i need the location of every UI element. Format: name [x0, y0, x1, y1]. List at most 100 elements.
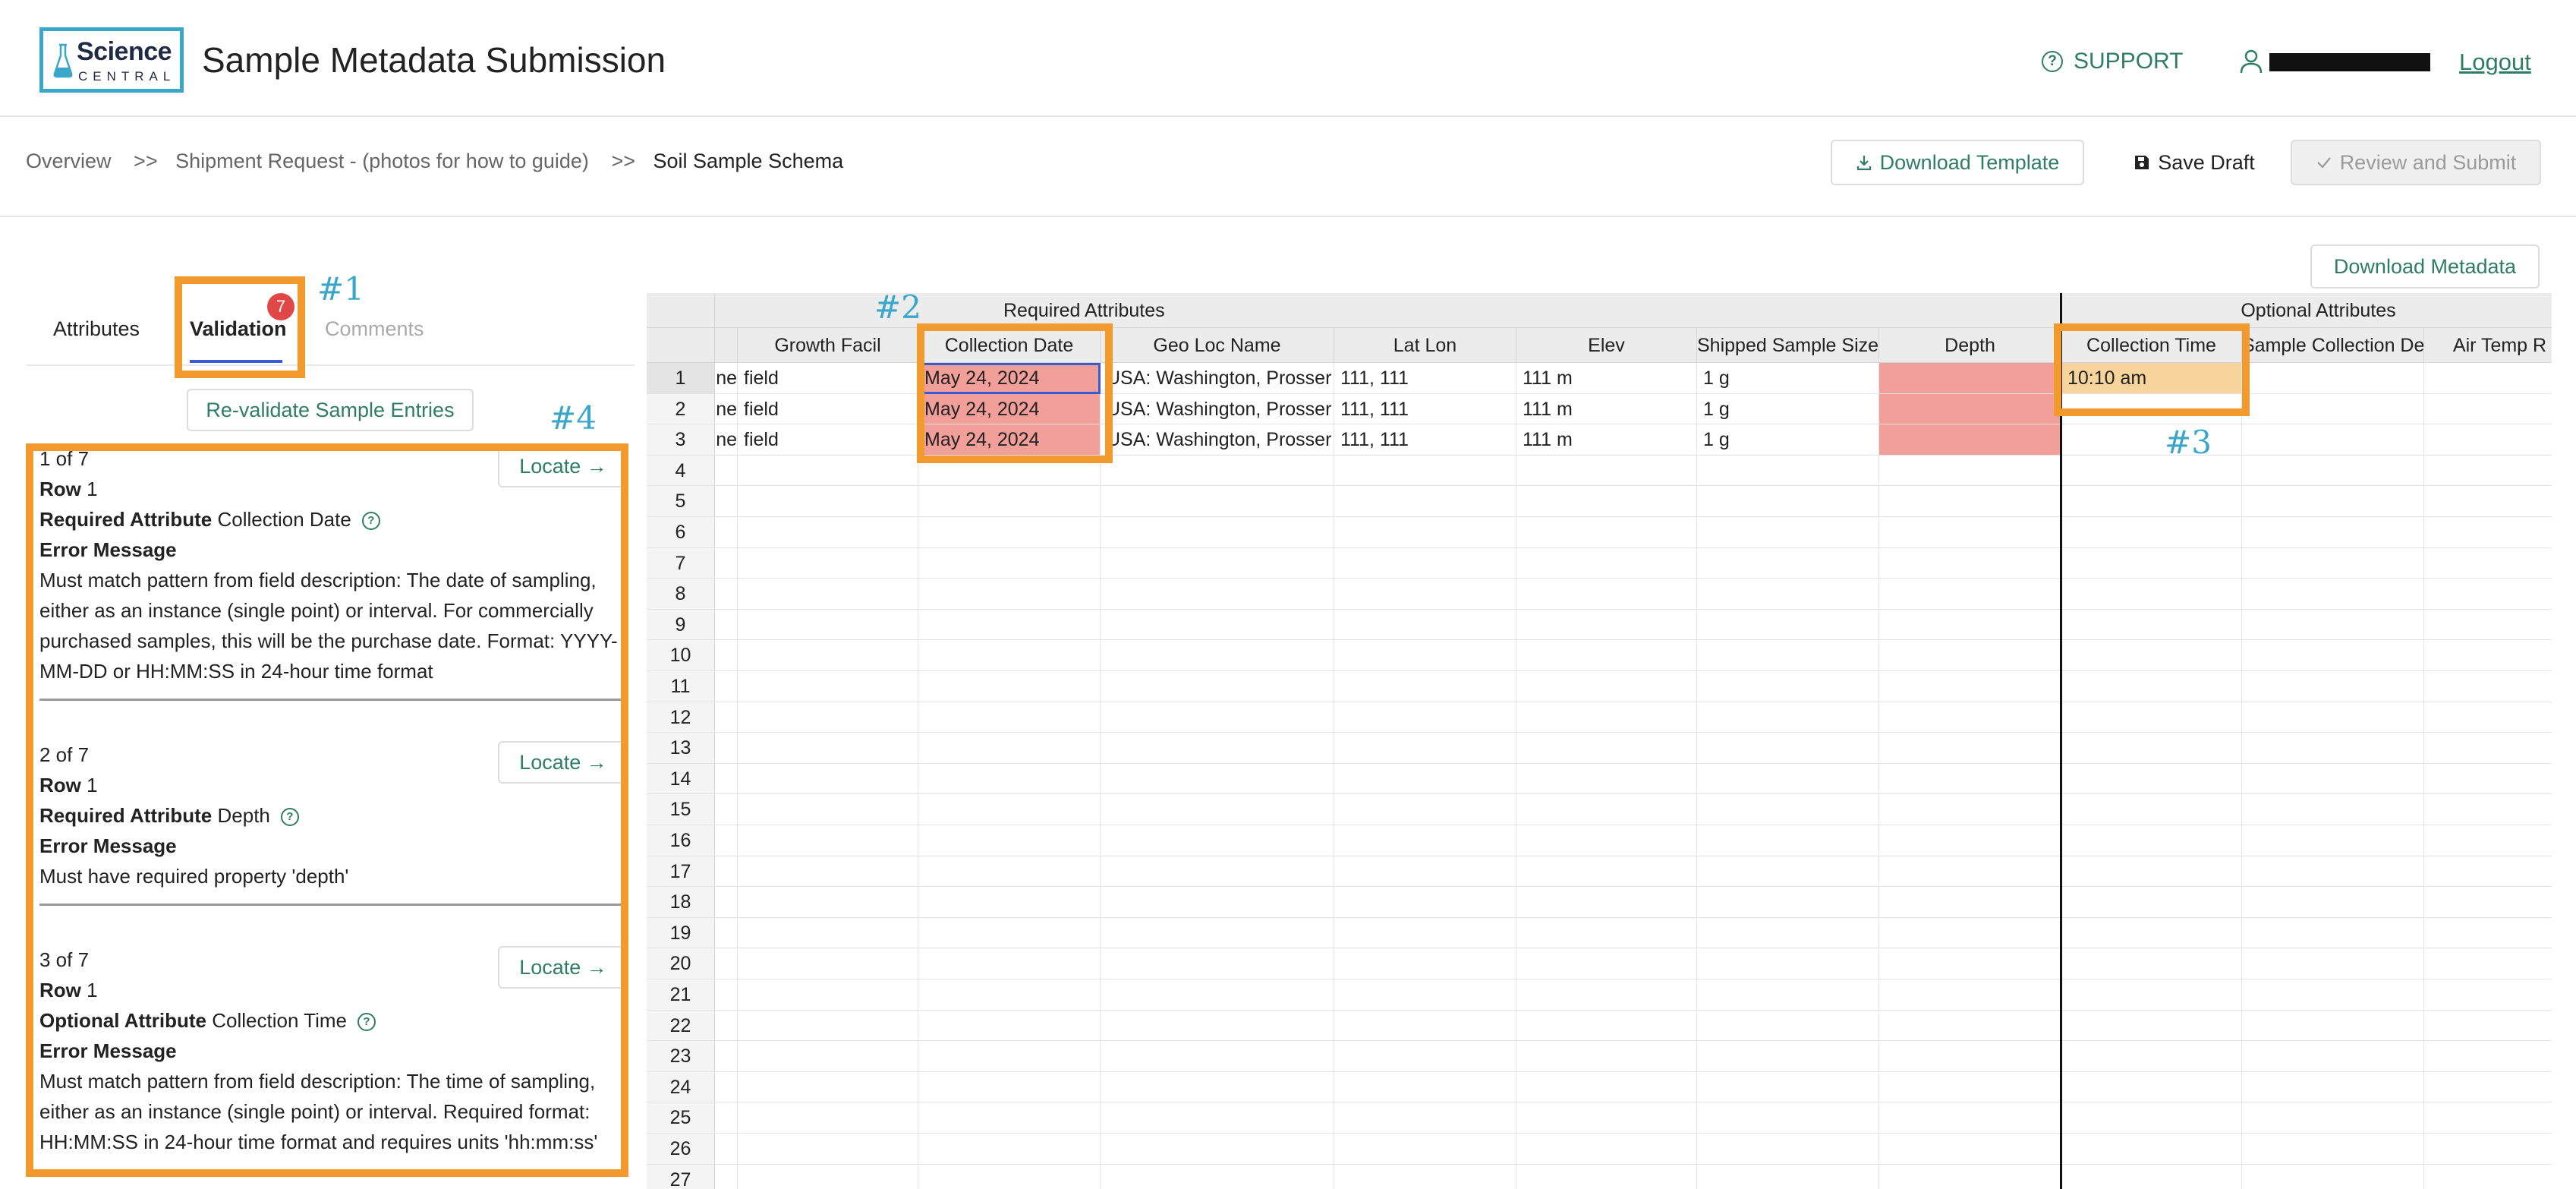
- grid-cell[interactable]: [738, 887, 918, 918]
- grid-cell[interactable]: [715, 825, 738, 856]
- grid-cell[interactable]: [2242, 733, 2424, 764]
- grid-cell[interactable]: [2424, 579, 2552, 610]
- grid-cell[interactable]: [738, 517, 918, 548]
- grid-cell[interactable]: [2061, 1041, 2242, 1072]
- row-number[interactable]: 7: [647, 547, 715, 579]
- grid-cell[interactable]: 111 m: [1516, 424, 1697, 456]
- row-number[interactable]: 23: [647, 1041, 715, 1072]
- grid-cell[interactable]: [918, 1010, 1101, 1042]
- grid-cell[interactable]: [715, 671, 738, 702]
- grid-cell[interactable]: [2242, 825, 2424, 856]
- grid-cell[interactable]: [1516, 887, 1697, 918]
- grid-cell[interactable]: [1879, 1010, 2061, 1042]
- grid-cell[interactable]: [1334, 887, 1516, 918]
- grid-cell[interactable]: [2424, 764, 2552, 795]
- grid-cell[interactable]: [715, 794, 738, 825]
- grid-cell[interactable]: [1101, 887, 1334, 918]
- grid-cell[interactable]: [1879, 794, 2061, 825]
- grid-cell[interactable]: [1516, 547, 1697, 579]
- grid-cell[interactable]: [715, 579, 738, 610]
- grid-cell[interactable]: [2061, 887, 2242, 918]
- grid-cell[interactable]: [2424, 1041, 2552, 1072]
- grid-cell[interactable]: [1697, 1134, 1879, 1165]
- grid-cell[interactable]: [2061, 825, 2242, 856]
- grid-cell[interactable]: [2061, 1010, 2242, 1042]
- grid-cell[interactable]: [738, 1102, 918, 1134]
- grid-cell[interactable]: [2242, 517, 2424, 548]
- row-number[interactable]: 18: [647, 887, 715, 918]
- grid-cell[interactable]: [2242, 1010, 2424, 1042]
- grid-cell[interactable]: [1516, 1134, 1697, 1165]
- grid-cell[interactable]: [1516, 1071, 1697, 1103]
- grid-cell[interactable]: [2424, 363, 2552, 394]
- grid-cell[interactable]: [918, 702, 1101, 733]
- grid-cell[interactable]: [2061, 486, 2242, 517]
- grid-cell[interactable]: [1101, 609, 1334, 641]
- grid-cell[interactable]: 111, 111: [1334, 363, 1516, 394]
- grid-cell[interactable]: [1516, 733, 1697, 764]
- grid-cell[interactable]: [1101, 547, 1334, 579]
- column-header[interactable]: Air Temp R: [2424, 328, 2552, 363]
- row-number[interactable]: 16: [647, 825, 715, 856]
- grid-cell[interactable]: [918, 825, 1101, 856]
- grid-cell[interactable]: [1516, 517, 1697, 548]
- download-metadata-button[interactable]: Download Metadata: [2310, 244, 2540, 289]
- grid-cell[interactable]: [1334, 609, 1516, 641]
- grid-cell[interactable]: [1334, 1071, 1516, 1103]
- breadcrumb-shipment-request[interactable]: Shipment Request - (photos for how to gu…: [175, 150, 589, 172]
- grid-cell[interactable]: [1879, 1102, 2061, 1134]
- grid-cell[interactable]: [918, 547, 1101, 579]
- grid-cell[interactable]: [1101, 979, 1334, 1011]
- column-header[interactable]: Growth Facil: [738, 328, 918, 363]
- grid-cell[interactable]: [1516, 1102, 1697, 1134]
- grid-cell[interactable]: [2242, 948, 2424, 979]
- grid-cell[interactable]: [1879, 917, 2061, 949]
- grid-cell[interactable]: [1101, 1102, 1334, 1134]
- grid-cell[interactable]: [1101, 948, 1334, 979]
- grid-cell[interactable]: [1334, 455, 1516, 487]
- grid-cell[interactable]: [738, 486, 918, 517]
- review-submit-button[interactable]: Review and Submit: [2291, 140, 2541, 185]
- grid-cell[interactable]: [2061, 547, 2242, 579]
- grid-cell[interactable]: [1697, 794, 1879, 825]
- grid-cell[interactable]: [1516, 825, 1697, 856]
- grid-cell[interactable]: [918, 517, 1101, 548]
- grid-cell[interactable]: [1879, 486, 2061, 517]
- grid-cell[interactable]: [738, 856, 918, 888]
- grid-cell[interactable]: [738, 455, 918, 487]
- breadcrumb-overview[interactable]: Overview: [26, 150, 112, 172]
- grid-cell[interactable]: [918, 1071, 1101, 1103]
- grid-cell[interactable]: [2242, 579, 2424, 610]
- grid-cell[interactable]: [1334, 979, 1516, 1011]
- grid-cell[interactable]: [2242, 702, 2424, 733]
- grid-cell[interactable]: [2061, 948, 2242, 979]
- grid-cell[interactable]: [738, 579, 918, 610]
- grid-cell[interactable]: [2061, 702, 2242, 733]
- grid-cell[interactable]: [2242, 979, 2424, 1011]
- save-draft-button[interactable]: Save Draft: [2125, 140, 2263, 185]
- grid-cell[interactable]: [715, 1071, 738, 1103]
- grid-cell[interactable]: [738, 948, 918, 979]
- grid-cell[interactable]: [1334, 702, 1516, 733]
- grid-cell[interactable]: [1697, 609, 1879, 641]
- grid-cell[interactable]: [1334, 856, 1516, 888]
- row-number[interactable]: 25: [647, 1102, 715, 1134]
- column-header[interactable]: Shipped Sample Size: [1697, 328, 1879, 363]
- grid-cell[interactable]: [2424, 1072, 2552, 1103]
- row-number[interactable]: 13: [647, 733, 715, 764]
- tab-comments[interactable]: Comments: [325, 317, 424, 341]
- grid-cell[interactable]: [1879, 424, 2061, 456]
- grid-cell[interactable]: [1101, 1041, 1334, 1072]
- row-number[interactable]: 21: [647, 979, 715, 1011]
- grid-cell[interactable]: [715, 455, 738, 487]
- grid-cell[interactable]: [918, 1102, 1101, 1134]
- grid-cell[interactable]: [715, 640, 738, 671]
- row-number[interactable]: 6: [647, 517, 715, 548]
- grid-cell[interactable]: [2061, 579, 2242, 610]
- grid-cell[interactable]: [2061, 424, 2242, 456]
- grid-cell[interactable]: [918, 1134, 1101, 1165]
- column-header[interactable]: Geo Loc Name: [1101, 328, 1334, 363]
- grid-cell[interactable]: [1516, 609, 1697, 641]
- grid-cell[interactable]: [1516, 763, 1697, 795]
- grid-cell[interactable]: [738, 917, 918, 949]
